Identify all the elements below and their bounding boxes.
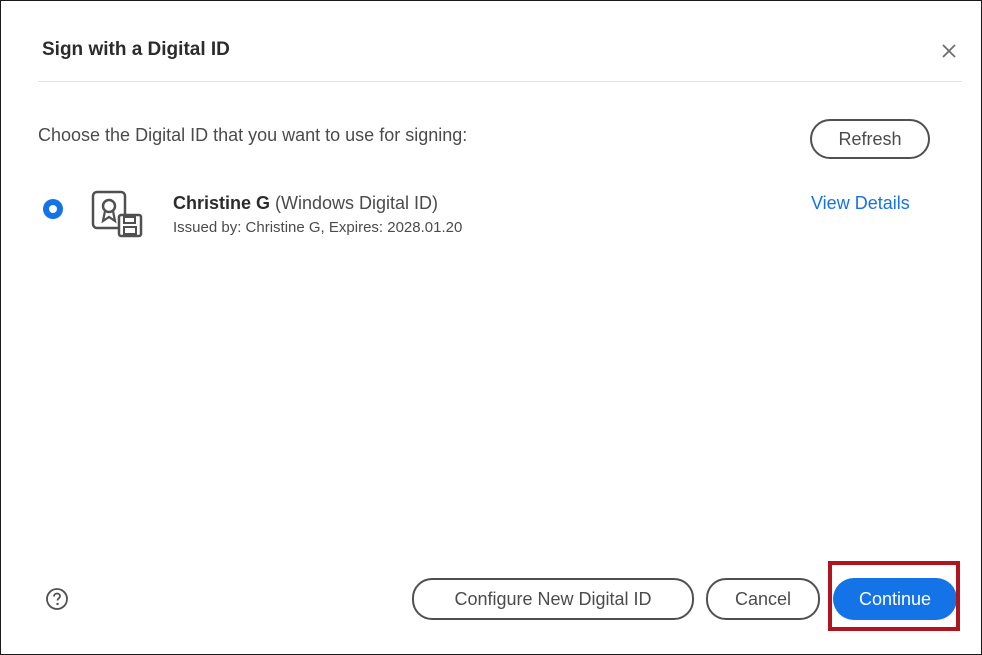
view-details-link[interactable]: View Details — [811, 193, 910, 214]
digital-id-title: Christine G (Windows Digital ID) — [173, 193, 438, 214]
certificate-icon — [91, 190, 143, 238]
continue-button[interactable]: Continue — [833, 578, 957, 620]
sign-digital-id-dialog: Sign with a Digital ID Choose the Digita… — [0, 0, 982, 655]
dialog-title: Sign with a Digital ID — [42, 39, 230, 60]
radio-selected-dot — [49, 205, 57, 213]
title-divider — [38, 81, 962, 82]
help-icon[interactable] — [45, 587, 69, 611]
close-icon — [942, 44, 956, 58]
refresh-button[interactable]: Refresh — [810, 119, 930, 159]
close-button[interactable] — [935, 37, 963, 65]
cancel-button[interactable]: Cancel — [706, 578, 820, 620]
digital-id-name: Christine G — [173, 193, 271, 213]
digital-id-radio[interactable] — [43, 199, 63, 219]
choose-id-prompt: Choose the Digital ID that you want to u… — [38, 125, 468, 145]
digital-id-type: (Windows Digital ID) — [270, 193, 439, 213]
digital-id-issuer: Issued by: Christine G, Expires: 2028.01… — [173, 219, 463, 236]
configure-new-digital-id-button[interactable]: Configure New Digital ID — [412, 578, 694, 620]
